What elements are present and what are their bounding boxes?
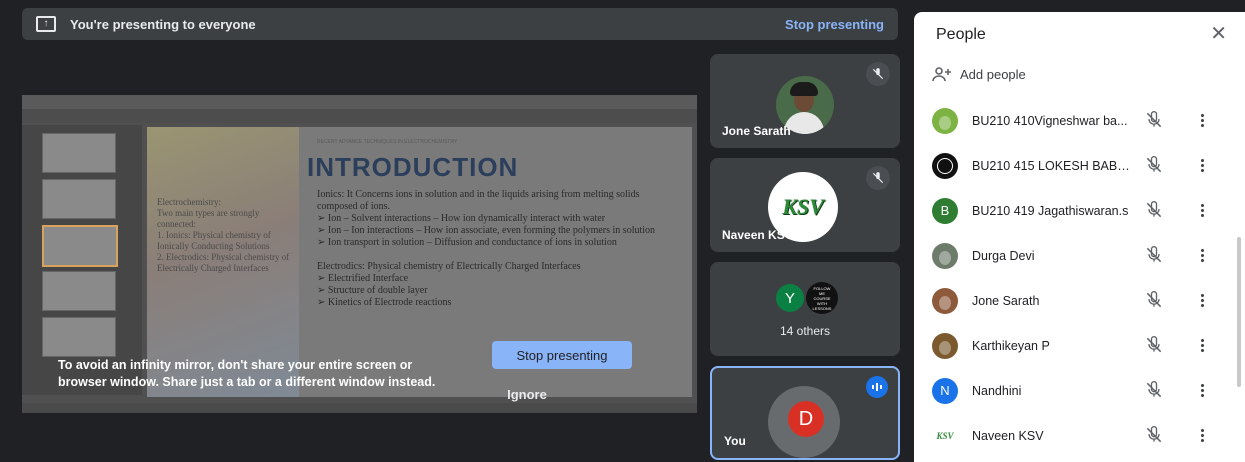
slide-thumbnail [42, 317, 116, 357]
more-options-icon[interactable] [1196, 155, 1208, 175]
participant-name: Durga Devi [972, 248, 1035, 263]
self-avatar: D [788, 401, 824, 437]
participant-name: Nandhini [972, 383, 1022, 398]
more-options-icon[interactable] [1196, 245, 1208, 265]
powerpoint-titlebar [22, 95, 697, 109]
presenting-status-text: You're presenting to everyone [70, 16, 256, 32]
stop-presenting-link[interactable]: Stop presenting [785, 17, 884, 32]
participant-tile[interactable]: KSV Naveen KSV [710, 158, 900, 252]
infinity-mirror-warning: To avoid an infinity mirror, don't share… [58, 358, 436, 389]
speaking-indicator-icon [866, 376, 888, 398]
panel-title: People [936, 26, 986, 43]
participant-avatar [932, 107, 958, 134]
presenting-banner: ↑ You're presenting to everyone Stop pre… [22, 8, 898, 40]
participant-row[interactable]: KSV Naveen KSV [914, 413, 1245, 458]
ignore-button[interactable]: Ignore [492, 382, 562, 406]
stop-presenting-button[interactable]: Stop presenting [492, 341, 632, 369]
mic-off-icon [1144, 200, 1164, 220]
participant-name: Naveen KSV [722, 228, 793, 242]
participant-avatar [932, 287, 958, 314]
more-options-icon[interactable] [1196, 290, 1208, 310]
powerpoint-statusbar [22, 403, 697, 413]
slide-body: Ionics: It Concerns ions in solution and… [317, 189, 656, 308]
slide-thumbnail-selected [42, 225, 118, 267]
mic-off-icon [1144, 155, 1164, 175]
mic-off-icon [866, 166, 890, 190]
mic-off-icon [1144, 110, 1164, 130]
more-options-icon[interactable] [1196, 380, 1208, 400]
participant-tile[interactable]: Jone Sarath [710, 54, 900, 148]
slide-thumbnail [42, 271, 116, 311]
avatar-initial: Y [776, 284, 804, 312]
slide-heading: INTRODUCTION [307, 152, 519, 182]
participant-name: Naveen KSV [972, 428, 1044, 443]
self-tile[interactable]: D You [710, 366, 900, 460]
add-person-icon [932, 67, 951, 82]
mic-off-icon [1144, 290, 1164, 310]
participant-row[interactable]: BU210 410Vigneshwar ba... [914, 98, 1245, 143]
mic-off-icon [1144, 335, 1164, 355]
mic-off-icon [1144, 245, 1164, 265]
participant-row[interactable]: Karthikeyan P [914, 323, 1245, 368]
powerpoint-ribbon [22, 109, 697, 123]
participant-row[interactable]: Jone Sarath [914, 278, 1245, 323]
participant-name: BU210 419 Jagathiswaran.s [972, 203, 1129, 218]
people-panel: People ✕ Add people BU210 410Vigneshwar … [914, 12, 1245, 462]
slide-left-text: Electrochemistry: Two main types are str… [157, 197, 290, 273]
participant-row[interactable]: Durga Devi [914, 233, 1245, 278]
slide-subheading: RECENT ADVANCE TECHNIQUES IN ELECTROCHEM… [317, 139, 458, 145]
mic-off-icon [1144, 425, 1164, 445]
participant-row[interactable]: BU210 415 LOKESH BABU N [914, 143, 1245, 188]
slide-thumbnail [42, 179, 116, 219]
participant-name: Jone Sarath [722, 124, 791, 138]
participant-name: Karthikeyan P [972, 338, 1050, 353]
participant-avatar: B [932, 197, 958, 224]
more-options-icon[interactable] [1196, 335, 1208, 355]
participant-avatar [932, 242, 958, 269]
participant-row[interactable]: B BU210 419 Jagathiswaran.s [914, 188, 1245, 233]
close-icon[interactable]: ✕ [1210, 24, 1227, 44]
slide-thumbnail [42, 133, 116, 173]
scrollbar[interactable] [1237, 237, 1241, 387]
add-people-label: Add people [960, 66, 1026, 82]
participant-avatar: KSV [932, 422, 958, 449]
slide-thumbnails [22, 125, 142, 395]
participant-name: You [724, 434, 746, 448]
others-tile[interactable]: Y FOLLOW ME COURSE WITH LESSONS 14 other… [710, 262, 900, 356]
participant-name: BU210 415 LOKESH BABU N [972, 158, 1132, 173]
avatar-badge: FOLLOW ME COURSE WITH LESSONS [806, 282, 838, 314]
participant-avatar [932, 152, 958, 179]
participant-name: BU210 410Vigneshwar ba... [972, 113, 1128, 128]
present-screen-icon: ↑ [36, 16, 56, 32]
more-options-icon[interactable] [1196, 200, 1208, 220]
participant-row[interactable]: N Nandhini [914, 368, 1245, 413]
more-options-icon[interactable] [1196, 110, 1208, 130]
mic-off-icon [1144, 380, 1164, 400]
participant-avatar: N [932, 377, 958, 404]
more-options-icon[interactable] [1196, 425, 1208, 445]
mic-off-icon [866, 62, 890, 86]
participant-avatar [932, 332, 958, 359]
add-people-button[interactable]: Add people [932, 66, 1026, 82]
participant-name: Jone Sarath [972, 293, 1040, 308]
others-count: 14 others [779, 324, 831, 338]
